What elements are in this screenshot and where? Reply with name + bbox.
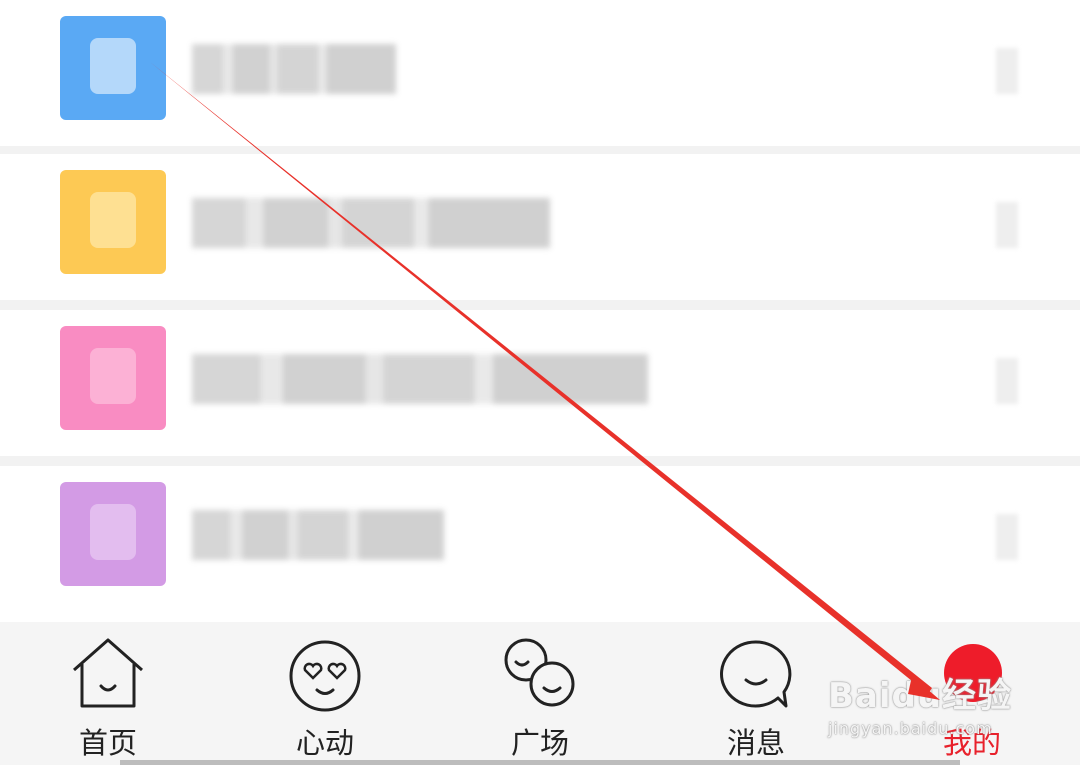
menu-row-3[interactable]: [0, 310, 1080, 456]
wink-face-icon: [60, 170, 166, 274]
tab-home[interactable]: 首页: [28, 622, 188, 765]
heart-icon: [60, 326, 166, 430]
tab-messages-label: 消息: [726, 726, 785, 760]
tab-home-label: 首页: [78, 726, 137, 760]
tab-square[interactable]: 广场: [460, 622, 620, 765]
tab-messages[interactable]: 消息: [676, 622, 836, 765]
menu-row-1[interactable]: [0, 0, 1080, 146]
watermark-main: Baidu经验: [828, 676, 1013, 716]
chevron-right-icon: [996, 202, 1018, 248]
heart-icon: [60, 482, 166, 586]
blurred-label: [192, 198, 550, 248]
heart-eyes-icon: [289, 640, 361, 712]
message-icon: [720, 640, 792, 708]
menu-row-4[interactable]: [0, 466, 1080, 612]
home-icon: [73, 638, 143, 708]
tab-square-label: 广场: [510, 726, 569, 760]
phone-icon: [60, 16, 166, 120]
chevron-right-icon: [996, 358, 1018, 404]
tab-heartbeat[interactable]: 心动: [245, 622, 405, 765]
chevron-right-icon: [996, 48, 1018, 94]
square-icon: [504, 638, 575, 707]
blurred-label: [192, 510, 444, 560]
menu-list: [0, 0, 1080, 612]
chevron-right-icon: [996, 514, 1018, 560]
watermark-sub: jingyan.baidu.com: [828, 719, 993, 738]
tab-heartbeat-label: 心动: [295, 726, 354, 760]
bottom-strip: [120, 760, 960, 765]
blurred-label: [192, 44, 396, 94]
baidu-watermark: Baidu经验 jingyan.baidu.com: [828, 668, 1028, 748]
menu-row-2[interactable]: [0, 154, 1080, 300]
blurred-label: [192, 354, 648, 404]
